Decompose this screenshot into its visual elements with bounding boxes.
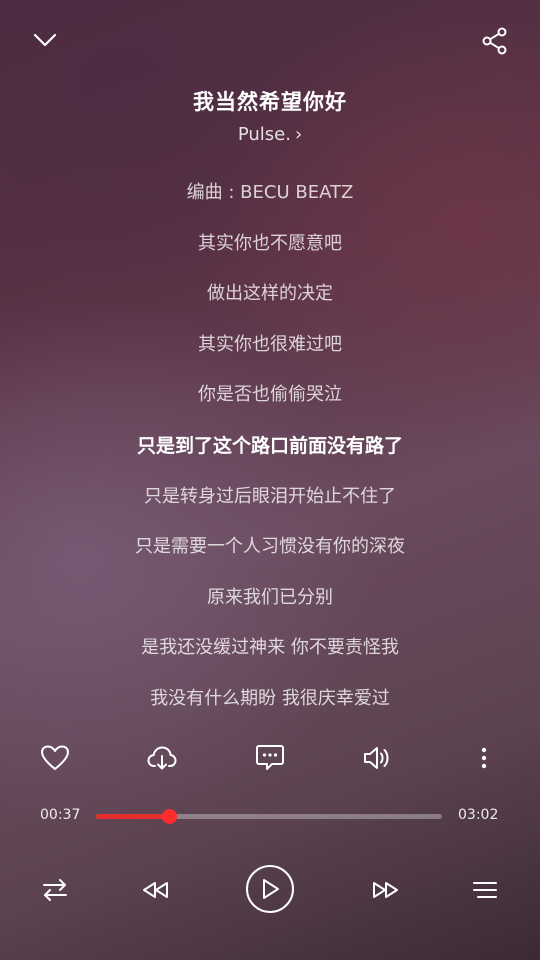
share-icon[interactable]: [476, 22, 514, 60]
total-time: 03:02: [458, 807, 499, 823]
lyric-line[interactable]: 原来我们已分别: [0, 582, 540, 633]
lyric-line[interactable]: 我没有什么期盼 我很庆幸爱过: [0, 683, 540, 734]
heart-icon[interactable]: [37, 740, 73, 776]
artist-link[interactable]: Pulse. ›: [0, 124, 540, 145]
progress-bar[interactable]: [96, 809, 442, 824]
playlist-icon[interactable]: [465, 870, 505, 910]
progress-fill: [96, 814, 169, 819]
artist-name: Pulse.: [237, 124, 291, 145]
lyric-line[interactable]: 只是需要一个人习惯没有你的深夜: [0, 531, 540, 582]
lyric-line[interactable]: 编曲 : BECU BEATZ: [0, 177, 540, 228]
progress-thumb[interactable]: [161, 809, 177, 824]
lyric-line[interactable]: 是我还没缓过神来 你不要责怪我: [0, 632, 540, 683]
lyrics-panel[interactable]: 编曲 : BECU BEATZ 其实你也不愿意吧 做出这样的决定 其实你也很难过…: [0, 177, 540, 734]
previous-icon[interactable]: [135, 870, 175, 910]
comment-icon[interactable]: [252, 740, 288, 776]
volume-icon[interactable]: [359, 740, 395, 776]
lyric-line[interactable]: 你是否也偷偷哭泣: [0, 379, 540, 430]
current-time: 00:37: [40, 807, 81, 823]
lyric-line[interactable]: 做出这样的决定: [0, 278, 540, 329]
lyric-line[interactable]: 其实你也很难过吧: [0, 329, 540, 380]
lyric-line[interactable]: 只是转身过后眼泪开始止不住了: [0, 481, 540, 532]
song-title: 我当然希望你好: [193, 90, 347, 114]
more-icon[interactable]: [466, 740, 502, 776]
chevron-down-icon[interactable]: [25, 24, 65, 56]
chevron-right-icon: ›: [294, 124, 303, 145]
play-icon[interactable]: [246, 865, 294, 913]
repeat-icon[interactable]: [35, 870, 75, 910]
lyric-line-active[interactable]: 只是到了这个路口前面没有路了: [0, 430, 540, 481]
next-icon[interactable]: [366, 870, 406, 910]
download-icon[interactable]: [144, 740, 180, 776]
lyric-line[interactable]: 其实你也不愿意吧: [0, 228, 540, 279]
